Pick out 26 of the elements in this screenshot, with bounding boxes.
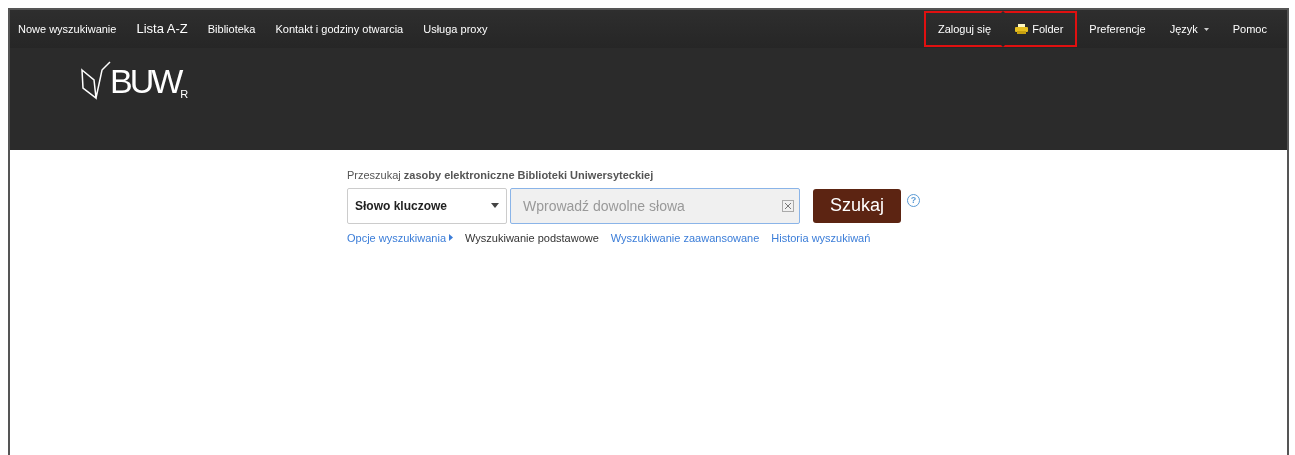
search-button[interactable]: Szukaj xyxy=(813,188,901,223)
search-mode-link[interactable]: Opcje wyszukiwania xyxy=(347,229,454,246)
book-icon xyxy=(80,58,114,100)
nav-link[interactable]: Folder xyxy=(1003,11,1078,47)
search-heading: Przeszukaj zasoby elektroniczne Biblioteki Uniwersyteckiej xyxy=(347,168,655,183)
nav-link[interactable]: Nowe wyszukiwanie xyxy=(18,20,117,38)
clear-icon[interactable] xyxy=(782,199,794,212)
caret-icon xyxy=(449,234,454,242)
nav-link[interactable]: Kontakt i godziny otwarcia xyxy=(275,20,404,38)
nav-link[interactable]: Pomoc xyxy=(1220,11,1279,47)
nav-link[interactable]: Język xyxy=(1157,11,1221,47)
search-mode-link[interactable]: Wyszukiwanie zaawansowane xyxy=(610,229,760,246)
nav-link[interactable]: Lista A-Z xyxy=(136,19,188,39)
search-mode-link[interactable]: Wyszukiwanie podstawowe xyxy=(465,229,599,246)
caret-icon xyxy=(1203,27,1209,31)
caret-icon xyxy=(491,203,499,208)
nav-link[interactable]: Zaloguj się xyxy=(923,11,1004,47)
search-mode-link[interactable]: Historia wyszukiwań xyxy=(771,229,871,246)
search-field[interactable]: Wprowadź dowolne słowa xyxy=(510,187,800,224)
nav-link[interactable]: Preferencje xyxy=(1077,11,1158,47)
search-type-dropdown[interactable]: Słowo kluczowe xyxy=(347,187,507,224)
logo-mark: R xyxy=(180,87,189,102)
nav-link[interactable]: Usługa proxy xyxy=(423,20,488,38)
nav-link[interactable]: Biblioteka xyxy=(207,20,256,38)
logo-text: BUW xyxy=(110,64,181,98)
printer-icon xyxy=(1015,24,1029,34)
